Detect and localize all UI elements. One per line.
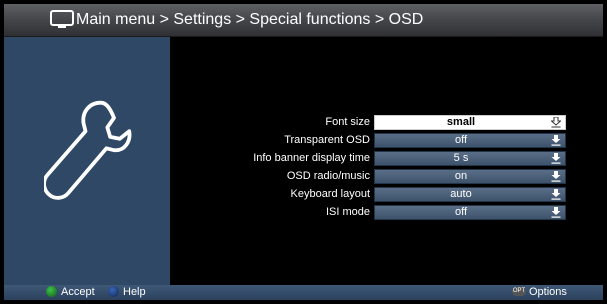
info-banner-time-select[interactable]: 5 s [374, 151, 566, 166]
setting-row-osd-radio-music[interactable]: OSD radio/music on [170, 169, 603, 184]
accept-label: Accept [61, 286, 95, 298]
footer-bar: Accept Help OPT Options [4, 285, 603, 300]
opt-key-icon: OPT [512, 286, 526, 296]
dropdown-arrow-icon [551, 135, 561, 146]
settings-list: Font size small Transparent OSD off Info… [170, 37, 603, 285]
header-bar: Main menu > Settings > Special functions… [4, 4, 603, 37]
setting-value: on [454, 170, 468, 182]
dropdown-arrow-icon [551, 153, 561, 164]
setting-value: small [446, 116, 476, 128]
transparent-osd-select[interactable]: off [374, 133, 566, 148]
setting-label: ISI mode [325, 206, 370, 218]
font-size-select[interactable]: small [374, 115, 566, 130]
green-button-icon [46, 285, 57, 297]
setting-value: off [454, 134, 468, 146]
setting-row-keyboard-layout[interactable]: Keyboard layout auto [170, 187, 603, 202]
keyboard-layout-select[interactable]: auto [374, 187, 566, 202]
dropdown-arrow-icon [551, 189, 561, 200]
setting-row-isi-mode[interactable]: ISI mode off [170, 205, 603, 220]
options-label: Options [529, 286, 567, 298]
accept-button[interactable]: Accept [46, 285, 95, 300]
help-label: Help [123, 286, 146, 298]
setting-row-info-banner[interactable]: Info banner display time 5 s [170, 151, 603, 166]
setting-label: Transparent OSD [284, 134, 370, 146]
breadcrumb: Main menu > Settings > Special functions… [76, 11, 424, 28]
setting-row-transparent-osd[interactable]: Transparent OSD off [170, 133, 603, 148]
osd-settings-screen: Main menu > Settings > Special functions… [4, 4, 603, 300]
dropdown-arrow-icon [551, 207, 561, 218]
dropdown-arrow-icon [551, 171, 561, 182]
setting-label: Info banner display time [253, 152, 370, 164]
tv-icon [50, 10, 74, 28]
isi-mode-select[interactable]: off [374, 205, 566, 220]
osd-radio-music-select[interactable]: on [374, 169, 566, 184]
setting-value: 5 s [453, 152, 469, 164]
setting-label: OSD radio/music [286, 170, 370, 182]
wrench-icon [44, 100, 132, 200]
setting-label: Keyboard layout [290, 188, 371, 200]
setting-row-font-size[interactable]: Font size small [170, 115, 603, 130]
setting-value: off [454, 206, 468, 218]
category-panel [4, 37, 170, 285]
setting-label: Font size [325, 116, 370, 128]
setting-value: auto [450, 188, 472, 200]
dropdown-arrow-icon [551, 117, 561, 128]
options-button[interactable]: OPT Options [512, 285, 567, 300]
blue-button-icon [108, 285, 119, 297]
help-button[interactable]: Help [108, 285, 146, 300]
